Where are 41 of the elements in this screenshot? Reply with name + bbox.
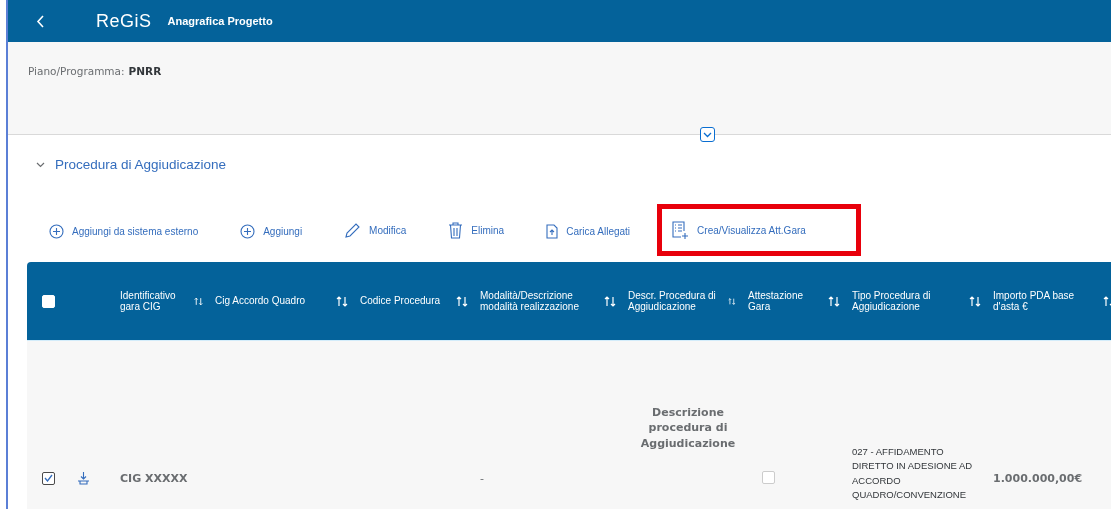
file-upload-icon	[546, 224, 559, 239]
column-header: Attestazione Gara	[748, 289, 805, 313]
logo: ReGiS	[96, 10, 152, 32]
field-label: Piano/Programma:	[28, 65, 125, 79]
table-cell-text: 027 - AFFIDAMENTO DIRETTO IN ADESIONE AD ACCORDO QUADRO/CONVENZIONE	[852, 445, 974, 502]
row-checkbox[interactable]	[42, 471, 55, 485]
column-header: Modalità/Descrizione modalità realizzazione	[480, 289, 580, 313]
section-title: Procedura di Aggiudicazione	[55, 157, 227, 172]
table-cell-text: CIG XXXXX	[120, 471, 189, 485]
sort-icon[interactable]	[1103, 295, 1111, 307]
trash-icon	[448, 222, 464, 239]
attestation-checkbox[interactable]	[762, 470, 775, 484]
column-header: Tipo Procedura di Aggiudicazione	[852, 289, 932, 313]
pencil-icon	[344, 222, 362, 239]
sort-icon[interactable]	[336, 295, 348, 307]
back-icon	[36, 14, 44, 28]
document-plus-icon	[672, 221, 690, 239]
column-header: Importo PDA base d'asta €	[993, 289, 1076, 313]
plus-circle-icon	[240, 224, 256, 239]
plus-circle-icon	[49, 224, 64, 239]
collapse-button[interactable]	[700, 127, 715, 142]
select-all-checkbox[interactable]	[42, 294, 55, 308]
column-header: Cig Accordo Quadro	[215, 295, 306, 307]
column-header: Codice Procedura	[360, 295, 441, 307]
sort-icon[interactable]	[828, 295, 840, 307]
table-cell-text: 1.000.000,00€	[993, 471, 1084, 485]
sort-icon[interactable]	[194, 295, 203, 307]
page-title: Anagrafica Progetto	[167, 15, 273, 27]
sort-icon[interactable]	[456, 295, 468, 307]
table-cell-text: Descrizione procedura di Aggiudicazione	[639, 405, 737, 452]
sort-icon[interactable]	[728, 295, 736, 307]
chevron-down-icon	[703, 131, 712, 138]
field-value: PNRR	[128, 65, 162, 79]
sort-icon[interactable]	[969, 295, 981, 307]
download-icon[interactable]	[77, 471, 90, 485]
chevron-icon[interactable]	[36, 161, 45, 168]
sort-icon[interactable]	[604, 295, 616, 307]
column-header: Descr. Procedura di Aggiudicazione	[628, 289, 717, 313]
toolbar-button[interactable]: Crea/Visualizza Att.Gara	[657, 204, 861, 256]
table-cell-text: -	[480, 471, 485, 485]
column-header: Identificativo gara CIG	[120, 289, 177, 313]
